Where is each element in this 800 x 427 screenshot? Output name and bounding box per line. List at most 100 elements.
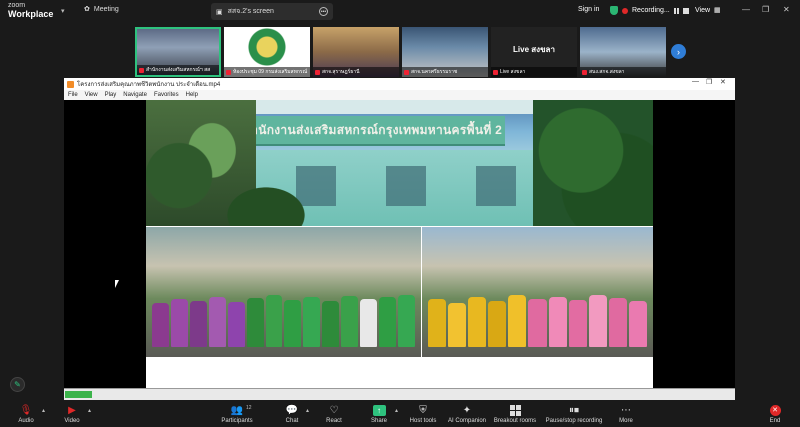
annotate-pencil-icon[interactable]: ✎	[10, 377, 25, 392]
player-close-icon[interactable]: ✕	[720, 78, 726, 86]
restore-icon[interactable]: ❐	[762, 5, 769, 14]
building-sign: สำนักงานส่งเสริมสหกรณ์กรุงเทพมหานครพื้นท…	[241, 116, 505, 146]
next-page-arrow-icon[interactable]: ›	[671, 44, 686, 59]
player-title-bar: โครงการส่งเสริมคุณภาพชีวิตพนักงาน ประจำเ…	[64, 78, 735, 90]
ellipsis-icon: ⋯	[621, 404, 631, 416]
pause-stop-icon: ⏸⏹	[569, 404, 579, 416]
building-photo: สำนักงานส่งเสริมสหกรณ์กรุงเทพมหานครพื้นท…	[146, 100, 653, 226]
share-label: Share	[370, 418, 387, 424]
participant-strip: สำนักงานส่งเสริมสหกรณ์ฯ สส ห้องประชุม 09…	[135, 27, 666, 77]
sparkle-icon: ✦	[462, 404, 472, 416]
mic-off-icon: 🎙	[19, 404, 33, 416]
react-label: React	[326, 418, 342, 424]
participant-tile[interactable]: สกจ.สุราษฎร์ธานี	[313, 27, 399, 77]
menu-help[interactable]: Help	[186, 92, 198, 98]
mouse-cursor-icon	[115, 280, 119, 288]
group-photo-right	[422, 227, 653, 357]
player-minimize-icon[interactable]: —	[692, 78, 699, 85]
mic-muted-icon	[493, 69, 498, 75]
participant-tile[interactable]: สกจ.นครศรีธรรมราช	[402, 27, 488, 77]
share-arrow-icon: ↑	[372, 404, 386, 416]
react-button[interactable]: ♡ React	[311, 404, 357, 425]
shared-screen: โครงการส่งเสริมคุณภาพชีวิตพนักงาน ประจำเ…	[64, 78, 735, 400]
grid-icon: ▦	[714, 7, 721, 14]
video-options-caret-icon[interactable]: ▴	[88, 407, 91, 414]
screen-share-icon: ▣	[216, 8, 223, 16]
minimize-icon[interactable]: —	[742, 5, 750, 14]
mic-muted-icon	[315, 69, 320, 75]
camera-off-icon: ▶	[68, 404, 76, 416]
shield-check-icon: ⛨	[419, 404, 427, 416]
stop-icon[interactable]	[682, 7, 689, 14]
video-frame: สำนักงานส่งเสริมสหกรณ์กรุงเทพมหานครพื้นท…	[146, 100, 653, 388]
chat-options-caret-icon[interactable]: ▴	[306, 407, 309, 414]
breakout-rooms-button[interactable]: Breakout rooms	[492, 404, 538, 424]
menu-navigate[interactable]: Navigate	[123, 92, 147, 98]
share-tab-label: สสจ.2's screen	[227, 8, 274, 15]
participant-name: ห้องประชุม 09 กรมส่งเสริมสหกรณ์	[233, 69, 308, 75]
group-photo-left	[146, 227, 421, 357]
shared-screen-tab[interactable]: ▣ สสจ.2's screen •••	[211, 3, 333, 20]
participant-tile-text: Live สงขลา	[513, 44, 555, 54]
end-button[interactable]: ✕ End	[752, 404, 798, 424]
zoom-logo: zoom Workplace	[8, 2, 54, 19]
paw-icon: ✿	[84, 6, 90, 13]
menu-file[interactable]: File	[68, 92, 78, 98]
record-dot-icon	[622, 7, 628, 14]
mic-muted-icon	[404, 69, 409, 75]
participant-tile[interactable]: ห้องประชุม 09 กรมส่งเสริมสหกรณ์	[224, 27, 310, 77]
host-tools-label: Host tools	[409, 418, 437, 424]
recording-indicator[interactable]: Recording...	[606, 4, 693, 17]
pause-icon[interactable]	[673, 7, 679, 14]
audio-options-caret-icon[interactable]: ▴	[42, 407, 45, 414]
tree	[533, 100, 653, 226]
menu-favorites[interactable]: Favorites	[154, 92, 179, 98]
audio-label: Audio	[18, 418, 34, 424]
shield-icon	[610, 6, 618, 15]
meeting-toolbar: 🎙 Audio ▴ ▶ Video ▴ 👥 Participants 12 💬 …	[0, 403, 800, 427]
host-tools-button[interactable]: ⛨ Host tools	[400, 404, 446, 425]
player-menu-bar: File View Play Navigate Favorites Help	[64, 90, 735, 100]
player-restore-icon[interactable]: ❐	[706, 78, 712, 86]
ai-companion-button[interactable]: ✦ AI Companion	[444, 404, 490, 425]
recording-label: Recording...	[632, 7, 670, 14]
view-label: View	[695, 6, 711, 14]
end-call-icon: ✕	[769, 404, 781, 416]
participant-tile[interactable]: Live สงขลา Live สงขลา	[491, 27, 577, 77]
menu-play[interactable]: Play	[105, 92, 117, 98]
mic-muted-icon	[582, 69, 587, 75]
participant-tile[interactable]: สนง.สกจ.สงขลา	[580, 27, 666, 77]
player-title: โครงการส่งเสริมคุณภาพชีวิตพนักงาน ประจำเ…	[77, 82, 221, 88]
view-button[interactable]: View ▦	[695, 6, 721, 15]
pause-stop-recording-button[interactable]: ⏸⏹ Pause/stop recording	[546, 404, 603, 425]
participant-name: สำนักงานส่งเสริมสหกรณ์ฯ สส	[146, 67, 211, 73]
breakout-rooms-icon	[509, 404, 521, 416]
participants-button[interactable]: 👥 Participants	[214, 404, 260, 425]
share-options-caret-icon[interactable]: ▴	[395, 407, 398, 414]
seek-progress	[65, 391, 92, 398]
chat-label: Chat	[285, 418, 299, 424]
meeting-button[interactable]: ✿ Meeting	[84, 5, 119, 14]
participants-label: Participants	[221, 418, 253, 424]
more-button[interactable]: ⋯ More	[603, 404, 649, 425]
brand-line2: Workplace	[8, 9, 54, 19]
video-area[interactable]: สำนักงานส่งเสริมสหกรณ์กรุงเทพมหานครพื้นท…	[64, 100, 735, 388]
zoom-window: zoom Workplace ▾ ✿ Meeting ▣ สสจ.2's scr…	[0, 0, 800, 427]
more-icon[interactable]: •••	[319, 7, 328, 16]
close-icon[interactable]: ✕	[783, 5, 790, 14]
seek-bar[interactable]	[64, 388, 735, 400]
sign-in-button[interactable]: Sign in	[578, 6, 599, 13]
participant-name: สกจ.นครศรีธรรมราช	[411, 69, 458, 75]
participant-tile[interactable]: สำนักงานส่งเสริมสหกรณ์ฯ สส	[135, 27, 221, 77]
participants-icon: 👥	[230, 404, 244, 416]
heart-icon: ♡	[329, 404, 339, 416]
meeting-label: Meeting	[93, 5, 119, 13]
chevron-down-icon[interactable]: ▾	[61, 7, 65, 15]
end-label: End	[769, 418, 781, 424]
participant-name: สนง.สกจ.สงขลา	[589, 69, 625, 75]
menu-view[interactable]: View	[85, 92, 98, 98]
breakout-rooms-label: Breakout rooms	[493, 418, 537, 424]
participant-name: Live สงขลา	[500, 69, 526, 75]
participant-name: สกจ.สุราษฎร์ธานี	[322, 69, 360, 75]
top-bar: zoom Workplace ▾ ✿ Meeting ▣ สสจ.2's scr…	[0, 0, 800, 22]
